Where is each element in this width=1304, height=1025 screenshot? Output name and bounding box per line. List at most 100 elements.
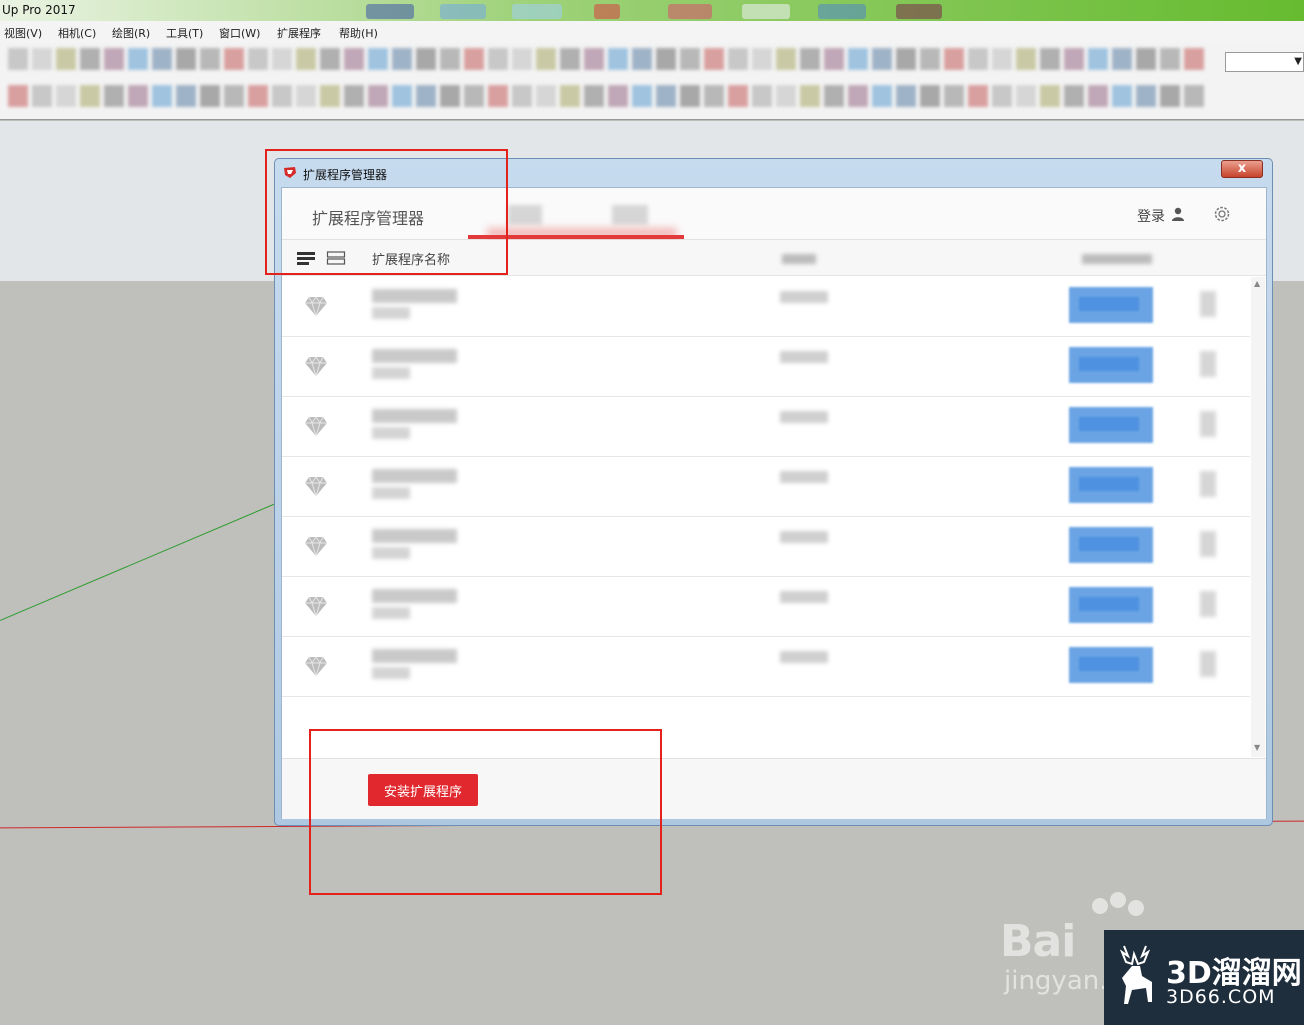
extension-row[interactable] [282,577,1250,637]
extension-more-blurred[interactable] [1200,351,1216,377]
toolbar-button[interactable] [200,85,220,107]
toolbar-button[interactable] [8,85,28,107]
toolbar-button[interactable] [920,85,940,107]
toolbar-button[interactable] [1064,85,1084,107]
toolbar-button[interactable] [776,48,796,70]
toolbar-button[interactable] [704,48,724,70]
toolbar-button[interactable] [1184,85,1204,107]
toolbar-button[interactable] [800,85,820,107]
toolbar-button[interactable] [224,48,244,70]
toolbar-button[interactable] [872,85,892,107]
toolbar-button[interactable] [416,48,436,70]
toolbar-button[interactable] [224,85,244,107]
toolbar-button[interactable] [680,85,700,107]
toolbar-button[interactable] [320,85,340,107]
toolbar-button[interactable] [80,85,100,107]
toolbar-button[interactable] [632,85,652,107]
toolbar-button[interactable] [104,85,124,107]
toolbar-button[interactable] [392,48,412,70]
toolbar-button[interactable] [1040,85,1060,107]
toolbar-button[interactable] [1112,85,1132,107]
extension-action-button[interactable] [1069,287,1153,323]
toolbar-button[interactable] [32,48,52,70]
toolbar-button[interactable] [992,48,1012,70]
toolbar-button[interactable] [296,48,316,70]
toolbar-button[interactable] [104,48,124,70]
toolbar-button[interactable] [512,85,532,107]
login-link[interactable]: 登录 [1137,206,1165,226]
toolbar-button[interactable] [464,85,484,107]
toolbar-button[interactable] [1136,85,1156,107]
toolbar-button[interactable] [464,48,484,70]
close-button[interactable]: x [1221,160,1263,178]
toolbar-dropdown[interactable]: ▼ [1225,52,1304,72]
toolbar-button[interactable] [512,48,532,70]
menu-tools[interactable]: 工具(T) [166,25,203,41]
toolbar-button[interactable] [152,48,172,70]
user-icon[interactable] [1171,207,1185,221]
menu-help[interactable]: 帮助(H) [339,25,378,41]
toolbar-button[interactable] [632,48,652,70]
toolbar-button[interactable] [272,48,292,70]
toolbar-button[interactable] [944,85,964,107]
toolbar-button[interactable] [128,48,148,70]
toolbar-button[interactable] [728,48,748,70]
toolbar-button[interactable] [584,48,604,70]
toolbar-button[interactable] [56,85,76,107]
toolbar-button[interactable] [368,48,388,70]
toolbar-button[interactable] [992,85,1012,107]
toolbar-button[interactable] [248,48,268,70]
toolbar-button[interactable] [944,48,964,70]
toolbar-button[interactable] [128,85,148,107]
toolbar-button[interactable] [8,48,28,70]
toolbar-button[interactable] [896,48,916,70]
toolbar-button[interactable] [176,85,196,107]
toolbar-button[interactable] [824,48,844,70]
toolbar-button[interactable] [1184,48,1204,70]
toolbar-button[interactable] [1112,48,1132,70]
toolbar-button[interactable] [800,48,820,70]
toolbar-button[interactable] [296,85,316,107]
scroll-up-icon[interactable]: ▲ [1254,279,1260,288]
toolbar-button[interactable] [656,48,676,70]
toolbar-button[interactable] [848,85,868,107]
toolbar-button[interactable] [344,48,364,70]
toolbar-button[interactable] [248,85,268,107]
toolbar-button[interactable] [368,85,388,107]
toolbar-button[interactable] [1160,48,1180,70]
toolbar-button[interactable] [752,85,772,107]
extension-action-button[interactable] [1069,407,1153,443]
toolbar-button[interactable] [1160,85,1180,107]
extension-more-blurred[interactable] [1200,291,1216,317]
toolbar-button[interactable] [1088,85,1108,107]
toolbar-button[interactable] [56,48,76,70]
toolbar-button[interactable] [1040,48,1060,70]
toolbar-button[interactable] [680,48,700,70]
menu-window[interactable]: 窗口(W) [219,25,260,41]
toolbar-button[interactable] [536,48,556,70]
extension-action-button[interactable] [1069,347,1153,383]
toolbar-button[interactable] [752,48,772,70]
toolbar-button[interactable] [488,85,508,107]
toolbar-button[interactable] [824,85,844,107]
toolbar-button[interactable] [920,48,940,70]
toolbar-button[interactable] [608,85,628,107]
toolbar-button[interactable] [560,85,580,107]
extension-row[interactable] [282,337,1250,397]
toolbar-button[interactable] [872,48,892,70]
extension-more-blurred[interactable] [1200,411,1216,437]
extension-action-button[interactable] [1069,647,1153,683]
toolbar-button[interactable] [416,85,436,107]
toolbar-button[interactable] [176,48,196,70]
toolbar-button[interactable] [560,48,580,70]
toolbar-button[interactable] [392,85,412,107]
toolbar-button[interactable] [440,85,460,107]
toolbar-button[interactable] [584,85,604,107]
extension-more-blurred[interactable] [1200,591,1216,617]
scroll-down-icon[interactable]: ▼ [1254,743,1260,752]
extension-row[interactable] [282,637,1250,697]
toolbar-button[interactable] [704,85,724,107]
toolbar-button[interactable] [344,85,364,107]
scrollbar[interactable]: ▲ ▼ [1251,277,1265,757]
toolbar-button[interactable] [152,85,172,107]
